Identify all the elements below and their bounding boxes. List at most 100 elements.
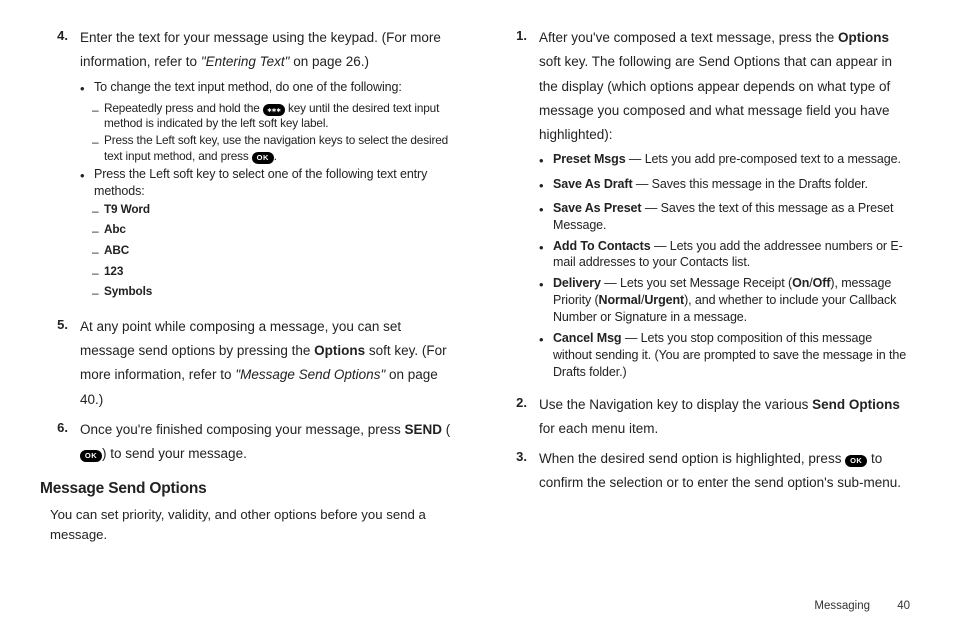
bullet-text: Add To Contacts — Lets you add the addre… <box>553 238 914 272</box>
left-column: 4. Enter the text for your message using… <box>40 26 455 616</box>
bullet-text: Save As Draft — Saves this message in th… <box>553 176 914 196</box>
text: When the desired send option is highligh… <box>539 451 845 466</box>
text: on page 26.) <box>289 54 369 69</box>
send-options-label: Send Options <box>812 397 900 412</box>
dash-text: Repeatedly press and hold the key until … <box>104 101 455 132</box>
step-1: 1. After you've composed a text message,… <box>499 26 914 387</box>
dash-mark: – <box>92 133 104 164</box>
method-abc-mixed: Abc <box>104 222 455 241</box>
bullet-item: • Press the Left soft key to select one … <box>80 166 455 200</box>
val-normal: Normal <box>599 293 641 307</box>
bullet-item: •Cancel Msg — Lets you stop composition … <box>539 330 914 381</box>
right-column: 1. After you've composed a text message,… <box>499 26 914 616</box>
bullet-item: •Save As Draft — Saves this message in t… <box>539 176 914 196</box>
bullet-item: •Add To Contacts — Lets you add the addr… <box>539 238 914 272</box>
bullet-dot: • <box>539 275 553 326</box>
val-off: Off <box>813 276 831 290</box>
step-number: 1. <box>499 26 539 387</box>
opt-name: Preset Msgs <box>553 152 626 166</box>
dash-mark: – <box>92 264 104 283</box>
dash-item: –Symbols <box>92 284 455 303</box>
footer-page: 40 <box>897 598 910 616</box>
bullet-dot: • <box>539 151 553 171</box>
bullet-item: •Preset Msgs — Lets you add pre-composed… <box>539 151 914 171</box>
text: After you've composed a text message, pr… <box>539 30 838 45</box>
text: soft key. The following are Send Options… <box>539 54 892 142</box>
bullet-item: •Save As Preset — Saves the text of this… <box>539 200 914 234</box>
options-label: Options <box>838 30 889 45</box>
bullet-text: To change the text input method, do one … <box>94 79 455 99</box>
method-abc-upper: ABC <box>104 243 455 262</box>
bullet-dot: • <box>539 176 553 196</box>
step-text: Once you're finished composing your mess… <box>80 418 455 467</box>
text: . <box>274 149 277 163</box>
bullet-dot: • <box>539 330 553 381</box>
bullet-text: Cancel Msg — Lets you stop composition o… <box>553 330 914 381</box>
bullet-item: •Delivery — Lets you set Message Receipt… <box>539 275 914 326</box>
text: for each menu item. <box>539 421 658 436</box>
step-text: When the desired send option is highligh… <box>539 447 914 496</box>
step-4: 4. Enter the text for your message using… <box>40 26 455 309</box>
text: Repeatedly press and hold the <box>104 101 263 115</box>
manual-page: 4. Enter the text for your message using… <box>0 0 954 636</box>
step-number: 2. <box>499 393 539 442</box>
options-label: Options <box>314 343 365 358</box>
step-6: 6. Once you're finished composing your m… <box>40 418 455 467</box>
dash-mark: – <box>92 284 104 303</box>
ref-text: "Entering Text" <box>201 54 290 69</box>
dash-mark: – <box>92 222 104 241</box>
opt-name: Cancel Msg <box>553 331 621 345</box>
step-text: At any point while composing a message, … <box>80 315 455 412</box>
footer-section: Messaging <box>814 600 870 612</box>
bullet-text: Save As Preset — Saves the text of this … <box>553 200 914 234</box>
method-t9: T9 Word <box>104 202 455 221</box>
val-urgent: Urgent <box>644 293 684 307</box>
bullet-list: •Preset Msgs — Lets you add pre-composed… <box>539 151 914 380</box>
ref-text: "Message Send Options" <box>235 367 385 382</box>
ok-key-icon <box>252 152 274 164</box>
step-text: Enter the text for your message using th… <box>80 26 455 75</box>
opt-desc: — Saves this message in the Drafts folde… <box>633 177 868 191</box>
page-footer: Messaging 40 <box>814 598 910 616</box>
step-2: 2. Use the Navigation key to display the… <box>499 393 914 442</box>
opt-name: Add To Contacts <box>553 239 651 253</box>
dash-item: –Abc <box>92 222 455 241</box>
opt-name: Save As Draft <box>553 177 633 191</box>
val-on: On <box>792 276 809 290</box>
step-number: 6. <box>40 418 80 467</box>
step-text: Use the Navigation key to display the va… <box>539 393 914 442</box>
send-label: SEND <box>405 422 443 437</box>
dash-item: – Press the Left soft key, use the navig… <box>92 133 455 164</box>
method-123: 123 <box>104 264 455 283</box>
section-intro: You can set priority, validity, and othe… <box>50 505 455 546</box>
bullet-dot: • <box>539 200 553 234</box>
opt-name: Save As Preset <box>553 201 641 215</box>
step-5: 5. At any point while composing a messag… <box>40 315 455 412</box>
step-body: After you've composed a text message, pr… <box>539 26 914 387</box>
step-body: Enter the text for your message using th… <box>80 26 455 309</box>
text: — Lets you set Message Receipt ( <box>601 276 792 290</box>
step-text: After you've composed a text message, pr… <box>539 26 914 147</box>
bullet-dot: • <box>80 166 94 200</box>
bullet-text: Press the Left soft key to select one of… <box>94 166 455 200</box>
opt-name: Delivery <box>553 276 601 290</box>
bullet-dot: • <box>80 79 94 99</box>
dash-item: –123 <box>92 264 455 283</box>
dash-mark: – <box>92 243 104 262</box>
dash-mark: – <box>92 101 104 132</box>
section-heading: Message Send Options <box>40 477 455 501</box>
bullet-dot: • <box>539 238 553 272</box>
step-number: 5. <box>40 315 80 412</box>
method-symbols: Symbols <box>104 284 455 303</box>
ok-key-icon <box>80 450 102 462</box>
text: Once you're finished composing your mess… <box>80 422 405 437</box>
dash-mark: – <box>92 202 104 221</box>
bullet-text: Preset Msgs — Lets you add pre-composed … <box>553 151 914 171</box>
star-key-icon <box>263 104 285 116</box>
step-number: 3. <box>499 447 539 496</box>
step-number: 4. <box>40 26 80 309</box>
opt-desc: — Lets you add pre-composed text to a me… <box>626 152 901 166</box>
dash-text: Press the Left soft key, use the navigat… <box>104 133 455 164</box>
text: ( <box>442 422 450 437</box>
ok-key-icon <box>845 455 867 467</box>
